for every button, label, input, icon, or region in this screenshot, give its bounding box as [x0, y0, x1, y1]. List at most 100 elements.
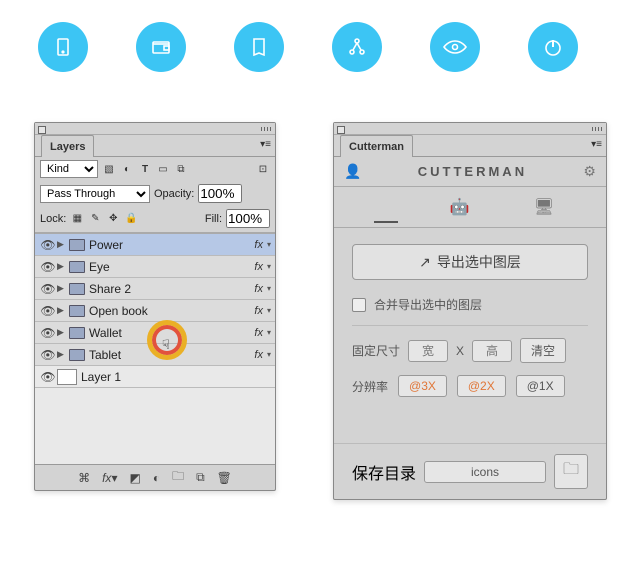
visibility-icon[interactable]: 👁 — [39, 260, 57, 274]
filter-smart-icon[interactable]: ⧉ — [174, 162, 188, 176]
lock-row: Lock: ▦ ✎ ✥ 🔒 Fill: — [35, 206, 275, 233]
res-1x-button[interactable]: @1X — [516, 375, 565, 397]
layer-row[interactable]: 👁▶Powerfx▾ — [35, 234, 275, 256]
adjustment-icon[interactable]: ◐ — [153, 471, 160, 485]
clear-button[interactable]: 清空 — [520, 338, 566, 363]
link-icon[interactable]: ⌘ — [78, 471, 90, 485]
web-tab[interactable]: 🖥 — [522, 191, 566, 223]
folder-icon — [69, 261, 85, 273]
fx-badge[interactable]: fx — [254, 305, 267, 317]
chevron-down-icon[interactable]: ▾ — [267, 284, 271, 293]
panel-drag-bar[interactable] — [334, 123, 606, 135]
res-3x-button[interactable]: @3X — [398, 375, 447, 397]
lock-all-icon[interactable]: 🔒 — [124, 212, 138, 226]
merge-checkbox[interactable] — [352, 298, 366, 312]
lock-trans-icon[interactable]: ▦ — [70, 212, 84, 226]
panel-menu-icon[interactable]: ▾≡ — [591, 139, 602, 150]
browse-button[interactable]: 🗀 — [554, 454, 588, 489]
layer-name: Wallet — [89, 326, 122, 340]
blend-mode-select[interactable]: Pass Through — [40, 185, 150, 203]
lock-label: Lock: — [40, 213, 66, 225]
height-input[interactable] — [472, 340, 512, 362]
layer-name: Tablet — [89, 348, 121, 362]
cutterman-tab[interactable]: Cutterman — [340, 135, 413, 157]
layer-row[interactable]: 👁▶ Tablet fx▾ — [35, 344, 275, 366]
new-group-icon[interactable]: 🗀 — [172, 467, 184, 488]
chevron-down-icon[interactable]: ▾ — [267, 240, 271, 249]
android-tab[interactable]: 🤖 — [438, 191, 482, 223]
panel-tabs: Cutterman ▾≡ — [334, 135, 606, 157]
save-label: 保存目录 — [352, 460, 416, 484]
lock-paint-icon[interactable]: ✎ — [88, 212, 102, 226]
settings-icon[interactable]: ⚙ — [583, 163, 596, 180]
chevron-down-icon[interactable]: ▾ — [267, 262, 271, 271]
panel-tabs: Layers ▾≡ — [35, 135, 275, 157]
merge-label: 合并导出选中的图层 — [374, 296, 482, 313]
chevron-down-icon[interactable]: ▾ — [267, 306, 271, 315]
lock-move-icon[interactable]: ✥ — [106, 212, 120, 226]
trash-icon[interactable]: 🗑 — [217, 471, 232, 485]
layer-row[interactable]: 👁▶Open bookfx▾ — [35, 300, 275, 322]
ios-tab[interactable] — [374, 191, 398, 223]
resolution-row: 分辨率 @3X @2X @1X — [334, 369, 606, 403]
visibility-icon[interactable]: 👁 — [39, 304, 57, 318]
fx-badge[interactable]: fx — [254, 349, 267, 361]
fx-badge[interactable]: fx — [254, 239, 267, 251]
user-icon[interactable]: 👤 — [344, 163, 361, 180]
fx-menu-icon[interactable]: fx▾ — [102, 471, 117, 485]
layer-row[interactable]: 👁▶ Share 2 fx▾ — [35, 278, 275, 300]
visibility-icon[interactable]: 👁 — [39, 282, 57, 296]
panel-menu-icon[interactable]: ▾≡ — [260, 139, 271, 150]
expand-icon[interactable]: ▶ — [57, 349, 69, 360]
filter-type-icon[interactable]: T — [138, 162, 152, 176]
platform-tabs: 🤖 🖥 — [334, 187, 606, 228]
visibility-icon[interactable]: 👁 — [39, 348, 57, 362]
save-dir-row: 保存目录 icons 🗀 — [334, 443, 606, 499]
width-input[interactable] — [408, 340, 448, 362]
merge-row: 合并导出选中的图层 — [334, 290, 606, 319]
layer-row[interactable]: 👁Layer 1 — [35, 366, 275, 388]
mask-icon[interactable]: ◩ — [129, 471, 140, 485]
folder-icon — [69, 349, 85, 361]
visibility-icon[interactable]: 👁 — [39, 370, 57, 384]
opacity-input[interactable] — [198, 184, 242, 203]
layer-name: Share 2 — [89, 282, 131, 296]
filter-adjust-icon[interactable]: ◐ — [120, 162, 134, 176]
panel-drag-bar[interactable] — [35, 123, 275, 135]
x-label: X — [456, 344, 464, 358]
export-button[interactable]: ↗ 导出选中图层 — [352, 244, 588, 280]
size-label: 固定尺寸 — [352, 342, 400, 359]
expand-icon[interactable]: ▶ — [57, 283, 69, 294]
new-layer-icon[interactable]: ⧉ — [196, 470, 205, 485]
share-icon — [332, 22, 382, 72]
layer-row[interactable]: 👁▶ Wallet fx▾ — [35, 322, 275, 344]
filter-pixel-icon[interactable]: ▧ — [102, 162, 116, 176]
filter-row: Kind ▧ ◐ T ▭ ⧉ ⊡ — [35, 157, 275, 181]
export-icon: ↗ — [419, 254, 431, 271]
fx-badge[interactable]: fx — [254, 261, 267, 273]
fill-input[interactable] — [226, 209, 270, 228]
expand-icon[interactable]: ▶ — [57, 261, 69, 272]
layers-panel: Layers ▾≡ Kind ▧ ◐ T ▭ ⧉ ⊡ Pass Through … — [34, 122, 276, 491]
chevron-down-icon[interactable]: ▾ — [267, 350, 271, 359]
expand-icon[interactable]: ▶ — [57, 305, 69, 316]
res-2x-button[interactable]: @2X — [457, 375, 506, 397]
brand-label: CUTTERMAN — [418, 164, 527, 179]
layers-footer: ⌘ fx▾ ◩ ◐ 🗀 ⧉ 🗑 — [35, 464, 275, 490]
cutterman-panel: Cutterman ▾≡ 👤 CUTTERMAN ⚙ 🤖 🖥 ↗ 导出选中图层 … — [333, 122, 607, 500]
chevron-down-icon[interactable]: ▾ — [267, 328, 271, 337]
visibility-icon[interactable]: 👁 — [39, 238, 57, 252]
filter-shape-icon[interactable]: ▭ — [156, 162, 170, 176]
expand-icon[interactable]: ▶ — [57, 327, 69, 338]
fx-badge[interactable]: fx — [254, 327, 267, 339]
layers-tab[interactable]: Layers — [41, 135, 94, 157]
kind-select[interactable]: Kind — [40, 160, 98, 178]
layer-row[interactable]: 👁▶Eyefx▾ — [35, 256, 275, 278]
filter-toggle-icon[interactable]: ⊡ — [256, 162, 270, 176]
folder-icon — [69, 239, 85, 251]
visibility-icon[interactable]: 👁 — [39, 326, 57, 340]
fx-badge[interactable]: fx — [254, 283, 267, 295]
folder-icon — [69, 283, 85, 295]
expand-icon[interactable]: ▶ — [57, 239, 69, 250]
dir-input[interactable]: icons — [424, 461, 546, 483]
